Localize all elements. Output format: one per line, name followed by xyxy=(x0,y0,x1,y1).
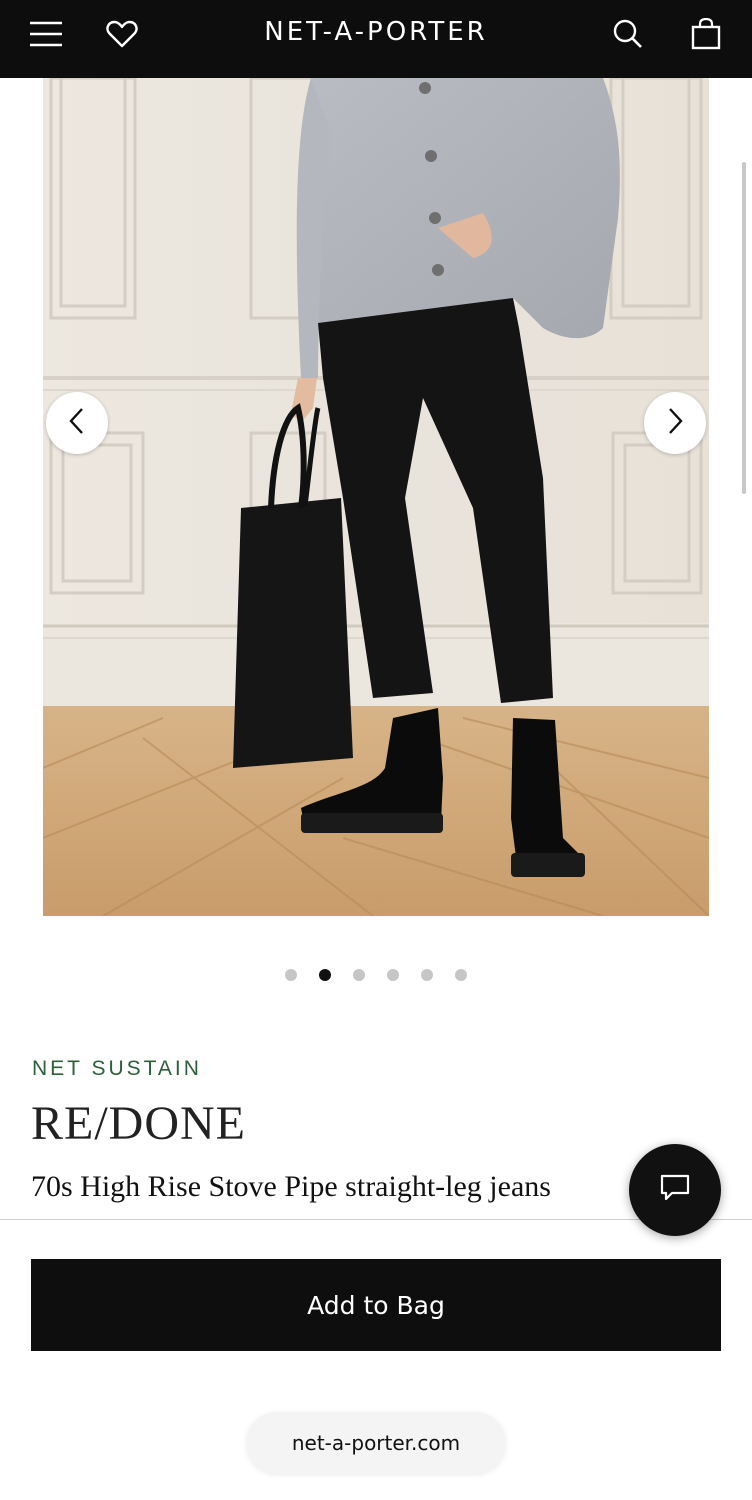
next-image-button[interactable] xyxy=(644,392,706,454)
chat-button[interactable] xyxy=(629,1144,721,1236)
previous-image-button[interactable] xyxy=(46,392,108,454)
pagination-dot[interactable] xyxy=(421,969,433,981)
image-pagination xyxy=(0,969,752,981)
chat-bubble-icon xyxy=(660,1174,690,1206)
product-image-gallery[interactable] xyxy=(0,78,752,918)
pagination-dot[interactable] xyxy=(455,969,467,981)
brand-name[interactable]: RE/DONE xyxy=(31,1096,246,1151)
net-sustain-tag[interactable]: NET SUSTAIN xyxy=(32,1057,202,1081)
top-navigation-bar: NET-A-PORTER xyxy=(0,0,752,78)
pagination-dot-active[interactable] xyxy=(319,969,331,981)
chevron-left-icon xyxy=(67,406,87,440)
url-text: net-a-porter.com xyxy=(291,1431,461,1455)
chevron-right-icon xyxy=(665,406,685,440)
add-to-bag-button[interactable]: Add to Bag xyxy=(31,1259,721,1351)
page-scrollbar[interactable] xyxy=(742,162,746,494)
search-icon[interactable] xyxy=(608,14,648,54)
pagination-dot[interactable] xyxy=(387,969,399,981)
pagination-dot[interactable] xyxy=(285,969,297,981)
pagination-dot[interactable] xyxy=(353,969,365,981)
product-title: 70s High Rise Stove Pipe straight-leg je… xyxy=(31,1170,551,1203)
shopping-bag-icon[interactable] xyxy=(686,14,726,54)
browser-url-bar[interactable]: net-a-porter.com xyxy=(246,1412,506,1474)
product-image[interactable] xyxy=(43,78,709,916)
